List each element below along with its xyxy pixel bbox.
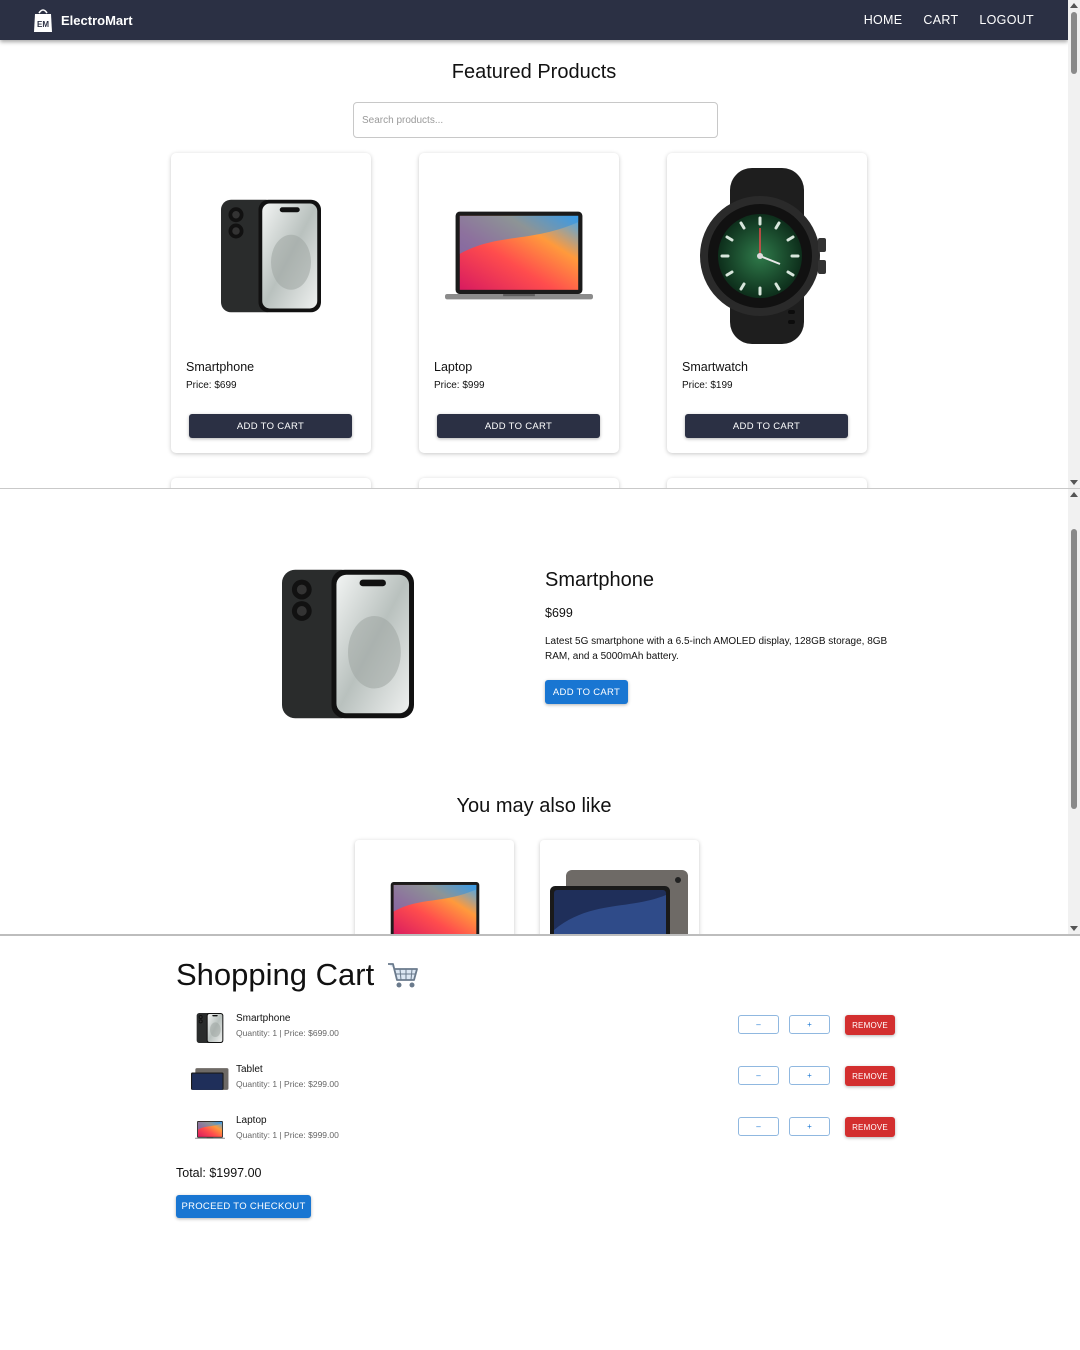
cart-item: Smartphone Quantity: 1 | Price: $699.00 …	[190, 1010, 900, 1050]
brand[interactable]: EM ElectroMart	[33, 7, 133, 33]
scrollbar[interactable]	[1068, 489, 1080, 934]
product-title: Smartphone	[545, 569, 654, 591]
shopping-cart-icon	[388, 963, 419, 988]
decrease-quantity-button[interactable]: –	[738, 1066, 779, 1085]
smartphone-thumbnail	[190, 1012, 230, 1044]
increase-quantity-button[interactable]: +	[789, 1117, 830, 1136]
scrollbar[interactable]	[1068, 0, 1080, 488]
scroll-up-arrow-icon[interactable]	[1070, 492, 1078, 497]
laptop-thumbnail	[190, 1114, 230, 1146]
nav-cart-link[interactable]: CART	[923, 13, 958, 27]
remove-item-button[interactable]: REMOVE	[845, 1117, 895, 1137]
cart-item-name: Tablet	[236, 1064, 263, 1075]
product-card-partial	[419, 478, 619, 488]
decrease-quantity-button[interactable]: –	[738, 1015, 779, 1034]
product-price: $699	[545, 606, 573, 620]
scroll-down-arrow-icon[interactable]	[1070, 480, 1078, 485]
add-to-cart-button[interactable]: ADD TO CART	[545, 680, 628, 704]
cart-item-meta: Quantity: 1 | Price: $699.00	[236, 1028, 339, 1038]
add-to-cart-button[interactable]: ADD TO CART	[685, 414, 848, 438]
cart-title-text: Shopping Cart	[176, 957, 375, 992]
product-card-partial	[171, 478, 371, 488]
tablet-thumbnail	[190, 1063, 230, 1095]
nav-home-link[interactable]: HOME	[864, 13, 903, 27]
shopping-cart-view: Shopping Cart Smartphone Quantity: 1 | P…	[0, 937, 1080, 1350]
product-name: Smartwatch	[682, 360, 748, 374]
svg-text:EM: EM	[37, 20, 49, 29]
add-to-cart-button[interactable]: ADD TO CART	[437, 414, 600, 438]
smartphone-image	[171, 161, 371, 351]
cart-total: Total: $1997.00	[176, 1166, 262, 1180]
product-detail-view: Smartphone $699 Latest 5G smartphone wit…	[0, 489, 1080, 936]
navbar: EM ElectroMart HOME CART LOGOUT	[0, 0, 1068, 40]
cart-item: Tablet Quantity: 1 | Price: $299.00 – + …	[190, 1061, 900, 1101]
decrease-quantity-button[interactable]: –	[738, 1117, 779, 1136]
scrollbar-thumb[interactable]	[1071, 12, 1077, 74]
product-name: Smartphone	[186, 360, 255, 374]
related-product-tablet[interactable]	[540, 840, 699, 934]
remove-item-button[interactable]: REMOVE	[845, 1015, 895, 1035]
product-card-partial	[667, 478, 867, 488]
product-card-laptop[interactable]: Laptop Price: $999 ADD TO CART	[419, 153, 619, 453]
cart-item-meta: Quantity: 1 | Price: $299.00	[236, 1079, 339, 1089]
brand-name: ElectroMart	[61, 12, 133, 28]
related-products-title: You may also like	[456, 795, 612, 817]
proceed-to-checkout-button[interactable]: PROCEED TO CHECKOUT	[176, 1195, 311, 1218]
product-description: Latest 5G smartphone with a 6.5-inch AMO…	[545, 636, 888, 662]
scroll-down-arrow-icon[interactable]	[1070, 926, 1078, 931]
related-product-laptop[interactable]	[355, 840, 514, 934]
product-price: Price: $999	[434, 380, 485, 391]
cart-title: Shopping Cart	[176, 957, 420, 993]
scrollbar-thumb[interactable]	[1071, 529, 1077, 809]
smartphone-detail-image	[282, 559, 414, 729]
nav-links: HOME CART LOGOUT	[843, 0, 1034, 40]
cart-item-name: Smartphone	[236, 1013, 291, 1024]
increase-quantity-button[interactable]: +	[789, 1066, 830, 1085]
catalog-view: EM ElectroMart HOME CART LOGOUT Featured…	[0, 0, 1080, 489]
smartwatch-image	[667, 161, 867, 351]
product-price: Price: $699	[186, 380, 237, 391]
cart-item-meta: Quantity: 1 | Price: $999.00	[236, 1130, 339, 1140]
featured-products-title: Featured Products	[451, 61, 617, 83]
product-price: Price: $199	[682, 380, 733, 391]
search-input[interactable]	[353, 102, 718, 138]
remove-item-button[interactable]: REMOVE	[845, 1066, 895, 1086]
shopping-bag-logo-icon: EM	[34, 9, 52, 32]
add-to-cart-button[interactable]: ADD TO CART	[189, 414, 352, 438]
product-card-smartphone[interactable]: Smartphone Price: $699 ADD TO CART	[171, 153, 371, 453]
laptop-image	[419, 161, 619, 351]
nav-logout-link[interactable]: LOGOUT	[979, 13, 1034, 27]
cart-item-name: Laptop	[236, 1115, 267, 1126]
cart-item: Laptop Quantity: 1 | Price: $999.00 – + …	[190, 1112, 900, 1152]
scroll-up-arrow-icon[interactable]	[1070, 3, 1078, 8]
increase-quantity-button[interactable]: +	[789, 1015, 830, 1034]
product-card-smartwatch[interactable]: Smartwatch Price: $199 ADD TO CART	[667, 153, 867, 453]
product-name: Laptop	[434, 360, 473, 374]
